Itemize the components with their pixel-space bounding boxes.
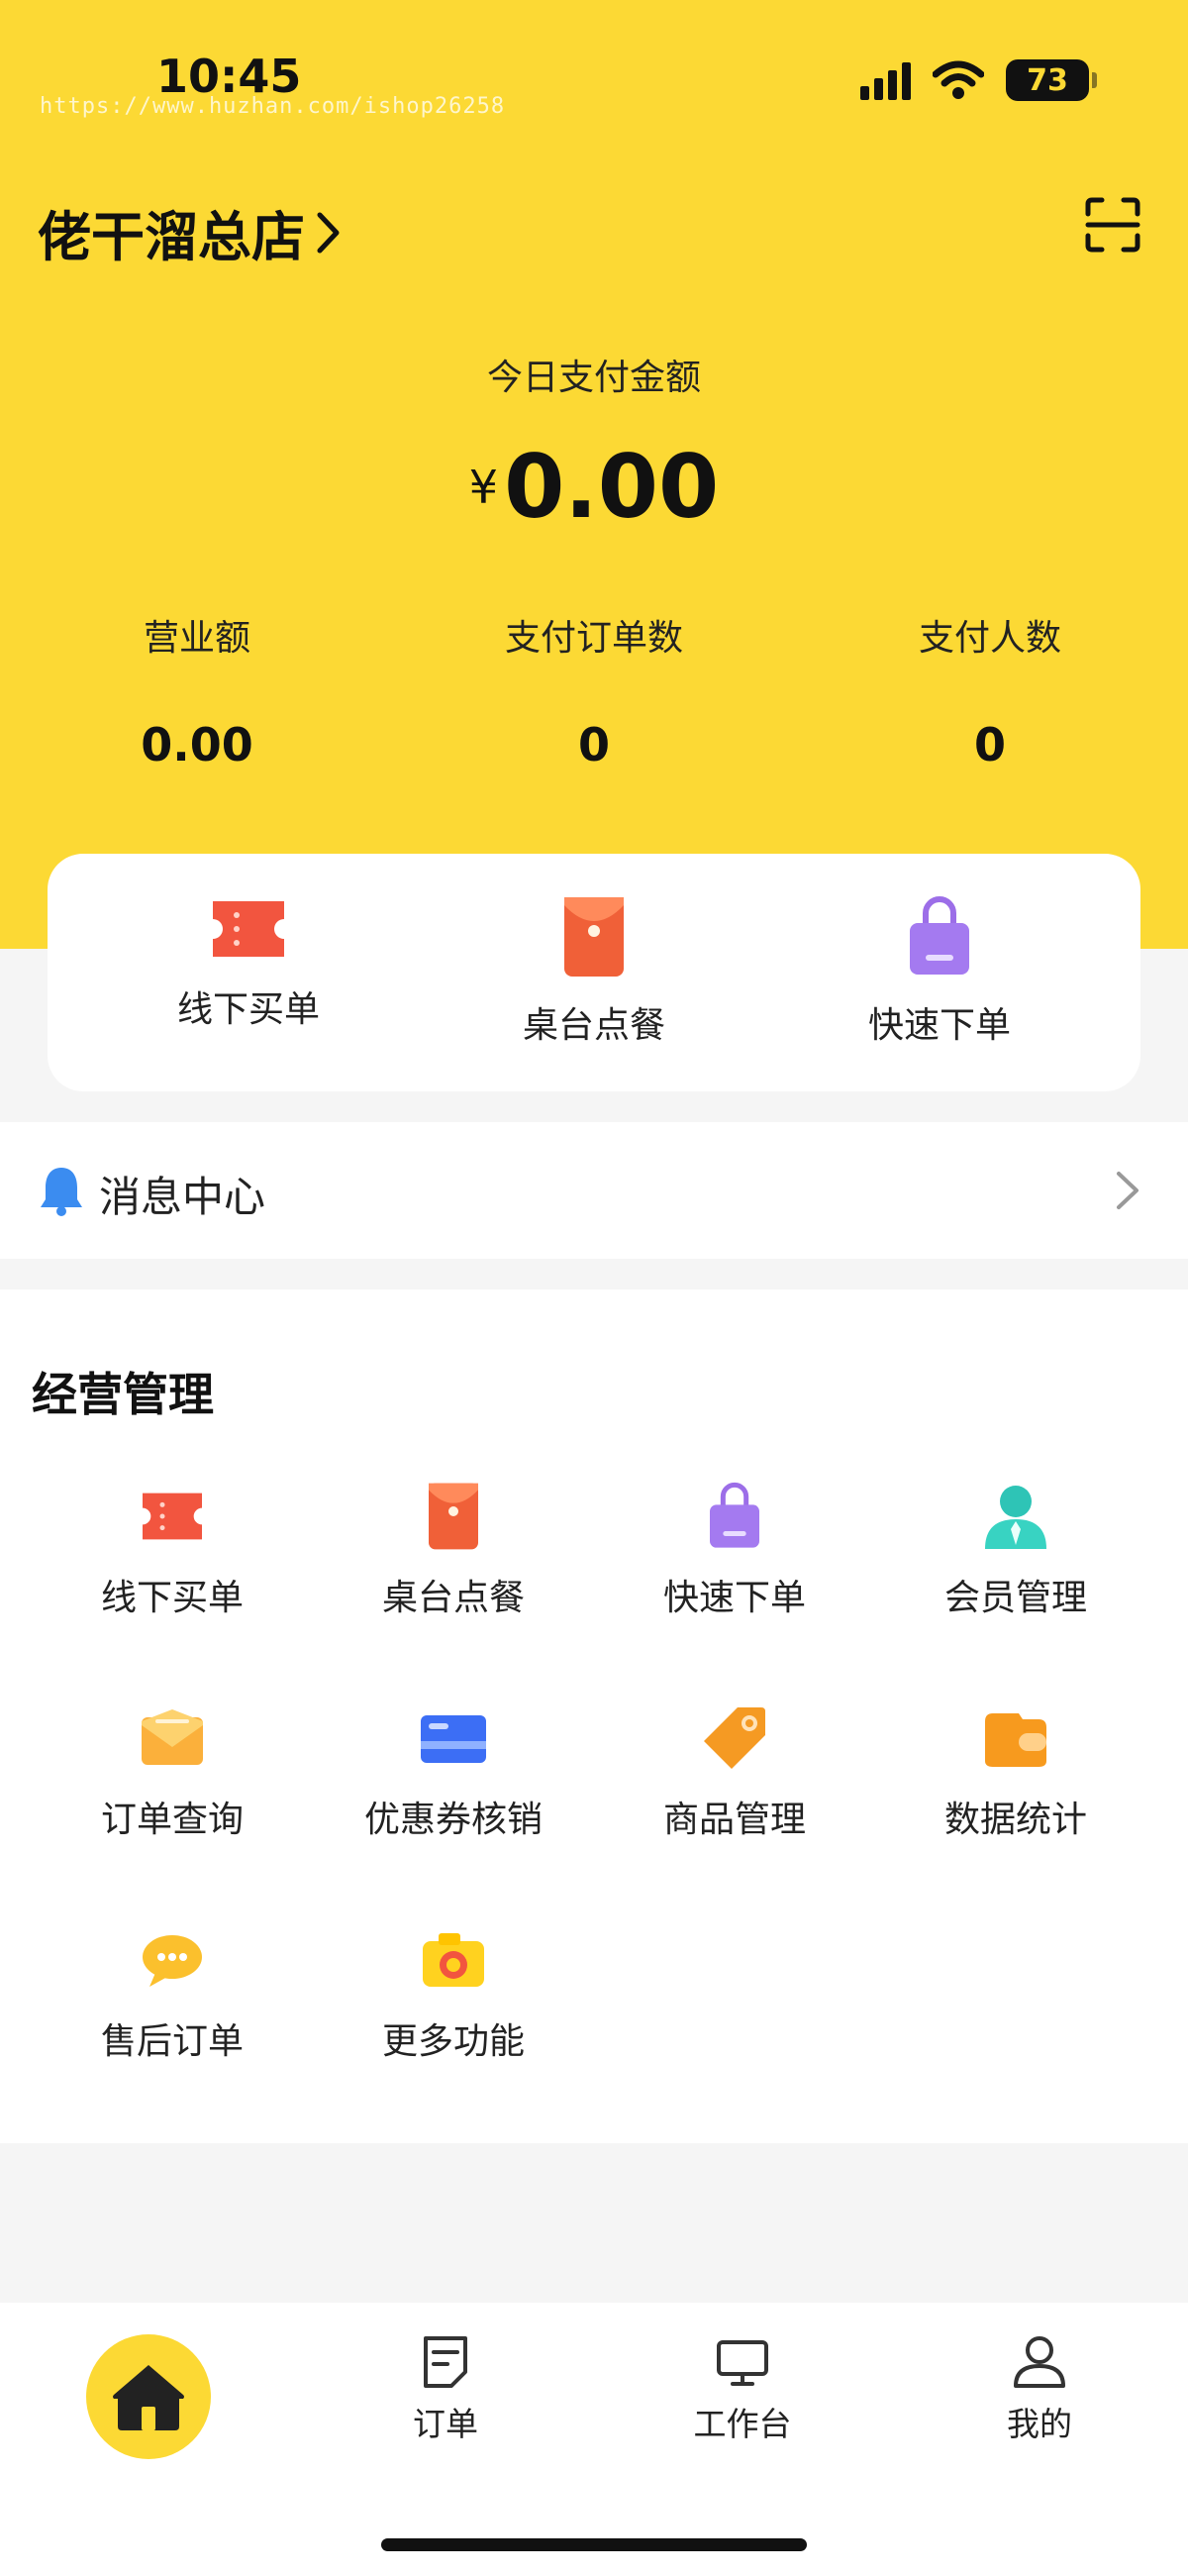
- grid-item-label: 桌台点餐: [381, 1578, 525, 1618]
- grid-more-features-button[interactable]: 更多功能: [305, 1925, 602, 2064]
- tab-workbench[interactable]: 工作台: [594, 2332, 891, 2445]
- shopping-bag-icon: [710, 1482, 759, 1548]
- stat-label: 支付订单数: [504, 618, 683, 659]
- grid-item-label: 商品管理: [662, 1800, 806, 1840]
- grid-item-label: 售后订单: [100, 2021, 244, 2062]
- today-payment-amount: ¥0.00: [0, 436, 1188, 538]
- tab-label: 工作台: [693, 2405, 792, 2443]
- store-name: 佬干溜总店: [38, 206, 305, 268]
- grid-fast-order-button[interactable]: 快速下单: [586, 1482, 883, 1620]
- signal-icon: [860, 60, 911, 100]
- grid-member-button[interactable]: 会员管理: [867, 1482, 1164, 1620]
- management-section: 经营管理 线下买单 桌台点餐 快速下单 会员管理 订单查询 优惠券核销 商品管理…: [0, 1289, 1188, 2143]
- tab-profile[interactable]: 我的: [891, 2332, 1188, 2445]
- stat-paid-orders: 支付订单数 0: [446, 609, 742, 772]
- quick-action-label: 桌台点餐: [522, 1005, 665, 1046]
- shopping-bag-icon: [910, 896, 969, 975]
- message-center-row[interactable]: 消息中心: [0, 1122, 1188, 1259]
- grid-table-order-button[interactable]: 桌台点餐: [305, 1482, 602, 1620]
- section-title: 经营管理: [32, 1368, 214, 1421]
- quick-action-label: 快速下单: [867, 1005, 1011, 1046]
- quick-table-order-button[interactable]: 桌台点餐: [446, 895, 742, 1048]
- grid-order-query-button[interactable]: 订单查询: [24, 1703, 321, 1842]
- stat-value: 0: [973, 718, 1006, 772]
- grid-product-manage-button[interactable]: 商品管理: [586, 1703, 883, 1842]
- grid-data-stats-button[interactable]: 数据统计: [867, 1703, 1164, 1842]
- currency-symbol: ¥: [468, 460, 499, 514]
- grid-item-label: 更多功能: [381, 2021, 525, 2062]
- grid-item-label: 订单查询: [100, 1800, 244, 1840]
- tab-label: 订单: [413, 2405, 478, 2443]
- chevron-right-icon: [317, 212, 340, 253]
- message-center-label: 消息中心: [99, 1173, 266, 1221]
- quick-action-label: 线下买单: [176, 989, 320, 1030]
- status-icons: 73: [860, 59, 1097, 101]
- tab-home[interactable]: [86, 2334, 211, 2459]
- card-icon: [421, 1715, 486, 1763]
- red-envelope-icon: [429, 1483, 478, 1550]
- camera-icon: [423, 1933, 484, 1987]
- chevron-right-icon: [1117, 1172, 1138, 1209]
- home-indicator: [381, 2538, 807, 2551]
- stat-revenue: 营业额 0.00: [49, 609, 346, 772]
- amount-value: 0.00: [504, 436, 720, 538]
- quick-offline-pay-button[interactable]: 线下买单: [100, 895, 397, 1032]
- chat-icon: [143, 1935, 202, 1987]
- stat-value: 0.00: [141, 718, 253, 772]
- stat-label: 营业额: [143, 618, 250, 659]
- grid-item-label: 优惠券核销: [363, 1800, 543, 1840]
- envelope-icon: [142, 1709, 203, 1765]
- quick-fast-order-button[interactable]: 快速下单: [791, 895, 1088, 1048]
- order-icon: [424, 2336, 467, 2388]
- wallet-icon: [985, 1713, 1046, 1767]
- user-icon: [1014, 2336, 1065, 2388]
- wifi-icon: [933, 60, 984, 99]
- watermark-text: https://www.huzhan.com/ishop26258: [40, 94, 506, 119]
- red-envelope-icon: [564, 897, 624, 977]
- bell-icon: [41, 1168, 82, 1216]
- member-icon: [985, 1486, 1046, 1549]
- stat-label: 支付人数: [918, 618, 1061, 659]
- ticket-icon: [213, 901, 284, 957]
- grid-offline-pay-button[interactable]: 线下买单: [24, 1482, 321, 1620]
- store-selector[interactable]: 佬干溜总店: [38, 193, 341, 271]
- grid-item-label: 会员管理: [943, 1578, 1087, 1618]
- bottom-tab-bar: 订单 工作台 我的: [0, 2303, 1188, 2576]
- grid-coupon-verify-button[interactable]: 优惠券核销: [305, 1703, 602, 1842]
- grid-item-label: 快速下单: [662, 1578, 806, 1618]
- quick-actions-card: 线下买单 桌台点餐 快速下单: [48, 854, 1140, 1091]
- grid-item-label: 数据统计: [943, 1800, 1087, 1840]
- tab-label: 我的: [1007, 2405, 1072, 2443]
- scan-icon[interactable]: [1084, 196, 1141, 254]
- tag-icon: [704, 1707, 765, 1769]
- grid-aftersale-button[interactable]: 售后订单: [24, 1925, 321, 2064]
- tab-orders[interactable]: 订单: [297, 2332, 594, 2445]
- ticket-icon: [143, 1493, 202, 1540]
- monitor-icon: [717, 2340, 768, 2386]
- grid-item-label: 线下买单: [100, 1578, 244, 1618]
- battery-icon: 73: [1006, 59, 1097, 101]
- stat-payers: 支付人数 0: [842, 609, 1138, 772]
- stat-value: 0: [577, 718, 610, 772]
- home-icon: [113, 2365, 184, 2430]
- today-payment-label: 今日支付金额: [486, 358, 701, 398]
